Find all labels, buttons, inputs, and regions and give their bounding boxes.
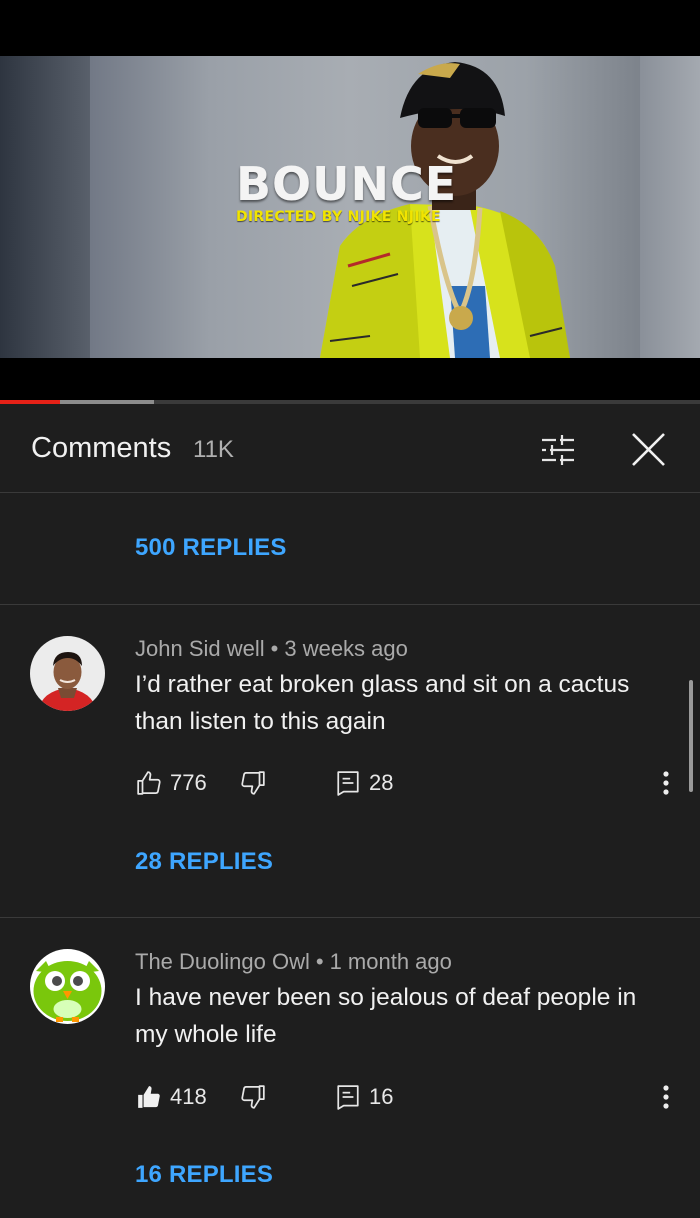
video-title: BOUNCE xyxy=(236,157,458,211)
thumbs-up-outline-icon xyxy=(136,770,162,796)
comment-divider xyxy=(0,917,700,918)
like-button[interactable]: 776 xyxy=(136,767,207,799)
comment-time: 1 month ago xyxy=(329,949,452,974)
comment-author[interactable]: John Sid well xyxy=(135,636,265,661)
view-replies-button[interactable]: 500 REPLIES xyxy=(135,534,287,562)
like-button[interactable]: 418 xyxy=(136,1081,207,1113)
like-count: 776 xyxy=(170,770,207,795)
comment-meta: John Sid well • 3 weeks ago xyxy=(135,636,408,662)
comment-meta: The Duolingo Owl • 1 month ago xyxy=(135,949,452,975)
more-options-icon[interactable] xyxy=(656,767,676,799)
comment-time: 3 weeks ago xyxy=(284,636,408,661)
comments-header: Comments 11K xyxy=(0,404,700,493)
thumbs-up-filled-icon xyxy=(136,1084,162,1110)
reply-button[interactable]: 28 xyxy=(335,767,393,799)
video-subtitle: DIRECTED BY NJIKE NJIKE xyxy=(236,209,441,225)
comments-count: 11K xyxy=(193,436,234,463)
thumbs-down-outline-icon xyxy=(240,770,266,796)
close-icon[interactable] xyxy=(626,428,670,472)
video-title-overlay: BOUNCE DIRECTED BY NJIKE NJIKE xyxy=(236,160,476,226)
reply-count: 28 xyxy=(369,770,394,795)
top-bar xyxy=(0,0,700,56)
comments-panel: Comments 11K 500 REPLIES John Sid well •… xyxy=(0,404,700,1218)
reply-button[interactable]: 16 xyxy=(335,1081,393,1113)
comment-text: I’d rather eat broken glass and sit on a… xyxy=(135,671,630,735)
comment-text: I have never been so jealous of deaf peo… xyxy=(135,984,637,1048)
video-background-left xyxy=(0,56,90,358)
view-replies-button[interactable]: 16 REPLIES xyxy=(135,1161,273,1189)
meta-separator: • xyxy=(315,949,324,974)
reply-comment-icon xyxy=(335,770,361,796)
meta-separator: • xyxy=(270,636,279,661)
dislike-button[interactable] xyxy=(240,767,266,799)
reply-count: 16 xyxy=(369,1084,394,1109)
video-player[interactable]: BOUNCE DIRECTED BY NJIKE NJIKE xyxy=(0,56,700,358)
video-letterbox-bottom xyxy=(0,358,700,400)
sort-sliders-icon[interactable] xyxy=(536,428,580,472)
comments-scrollbar[interactable] xyxy=(689,680,693,792)
video-background-right xyxy=(640,56,700,358)
comment-divider xyxy=(0,604,700,605)
reply-comment-icon xyxy=(335,1084,361,1110)
comment-author[interactable]: The Duolingo Owl xyxy=(135,949,310,974)
comments-title: Comments xyxy=(31,432,172,464)
avatar[interactable] xyxy=(30,636,105,711)
like-count: 418 xyxy=(170,1084,207,1109)
more-options-icon[interactable] xyxy=(656,1081,676,1113)
view-replies-button[interactable]: 28 REPLIES xyxy=(135,848,273,876)
avatar[interactable] xyxy=(30,949,105,1024)
dislike-button[interactable] xyxy=(240,1081,266,1113)
thumbs-down-outline-icon xyxy=(240,1084,266,1110)
